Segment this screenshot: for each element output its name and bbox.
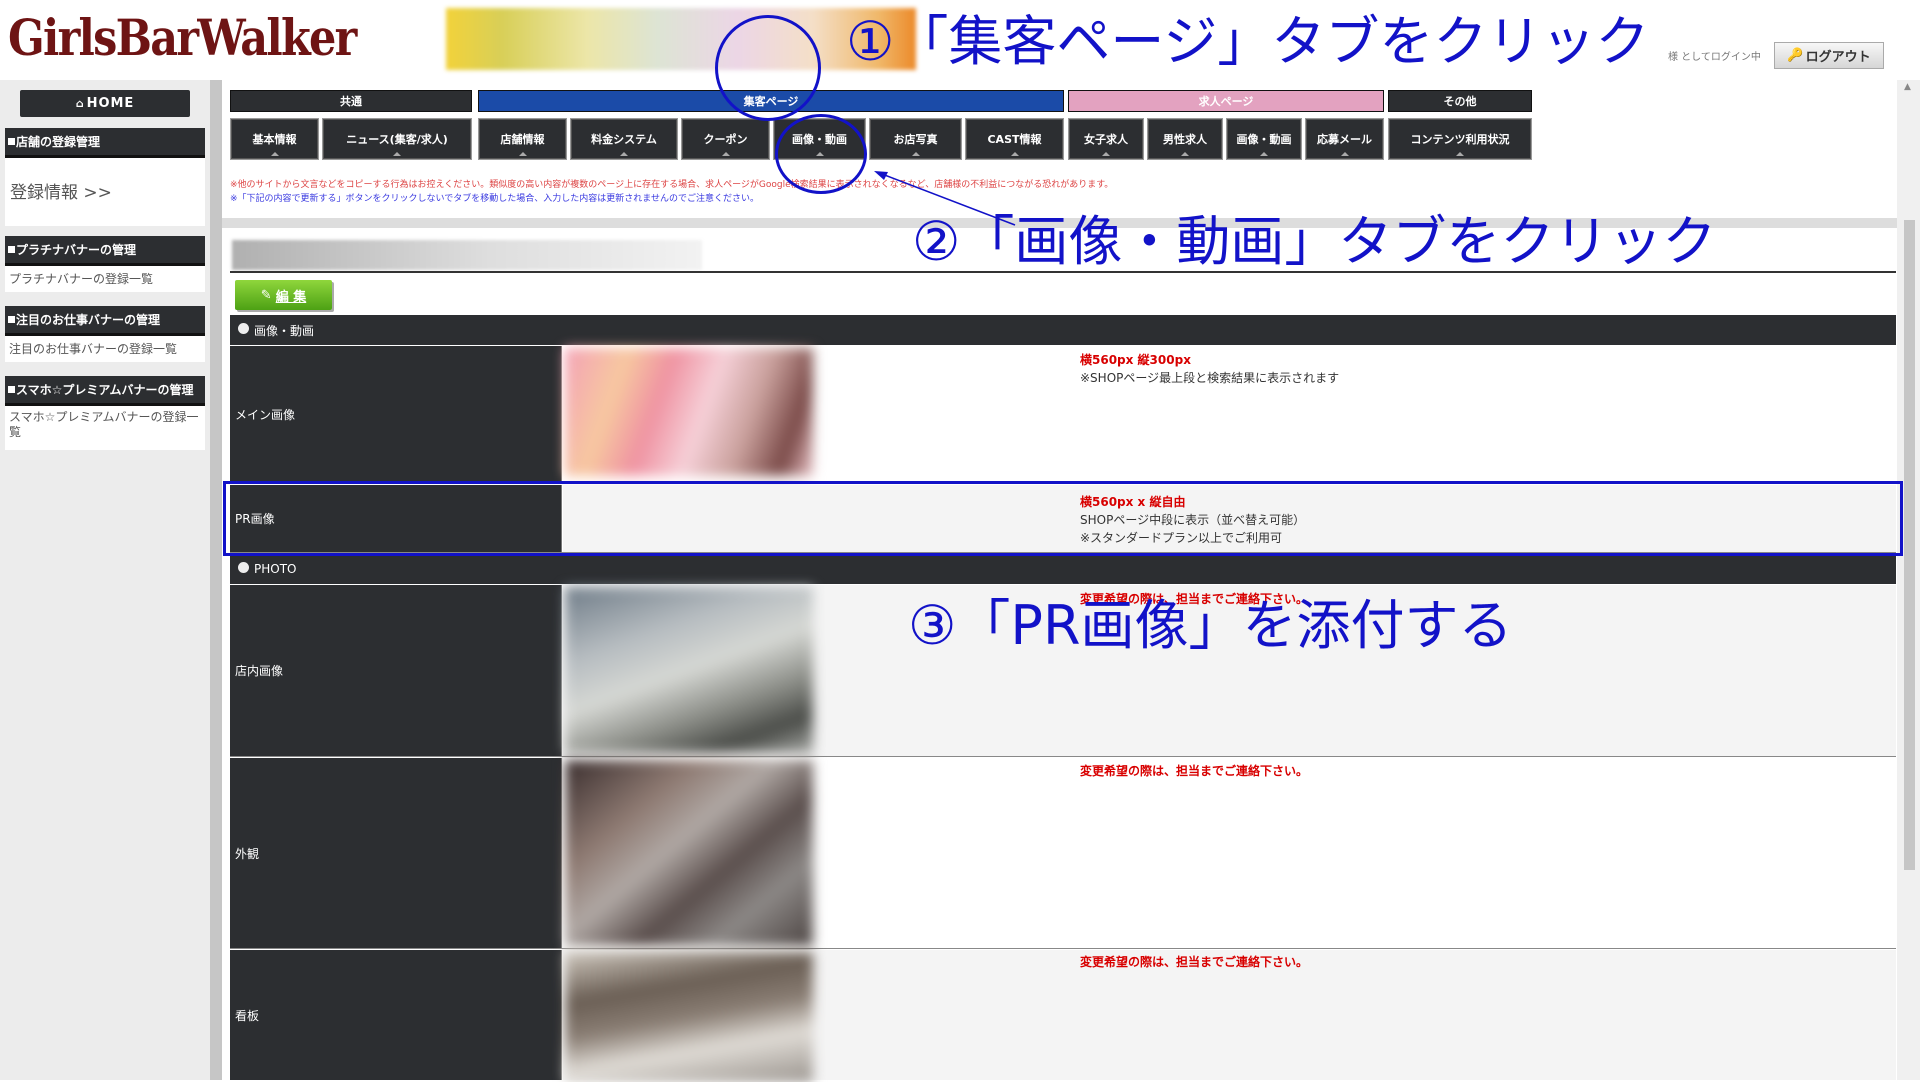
scroll-up-icon[interactable]: ▲: [1904, 82, 1911, 92]
bullet-icon: [8, 138, 15, 145]
section-header-images: 画像・動画: [230, 315, 1896, 345]
page-scrollbar[interactable]: ▲: [1897, 80, 1920, 1080]
sidebar-divider: [210, 80, 222, 1080]
tab-content-usage[interactable]: コンテンツ利用状況: [1388, 118, 1532, 160]
tab-shop-photos[interactable]: お店写真: [869, 118, 962, 160]
sidebar-section-title: 注目のお仕事バナーの管理: [5, 306, 205, 336]
annotation-step1: ①「集客ページ」タブをクリック: [846, 10, 1650, 73]
row-label: メイン画像: [230, 346, 562, 483]
tab-group-common: 共通: [230, 90, 472, 112]
interior-image-thumbnail[interactable]: [565, 587, 813, 753]
annotation-step2: ②「画像・動画」タブをクリック: [912, 210, 1717, 273]
tab-apply-mail[interactable]: 応募メール: [1305, 118, 1384, 160]
sidebar-link-premium[interactable]: スマホ☆プレミアムバナーの登録一覧: [5, 406, 205, 450]
sidebar-section-title: プラチナバナーの管理: [5, 236, 205, 266]
sidebar-section-title: 店舗の登録管理: [5, 128, 205, 158]
sidebar-link-platinum[interactable]: プラチナバナーの登録一覧: [5, 266, 205, 292]
row-note: 変更希望の際は、担当までご連絡下さい。: [1080, 764, 1309, 778]
sidebar-section-title: スマホ☆プレミアムバナーの管理: [5, 376, 205, 406]
tab-news[interactable]: ニュース(集客/求人): [322, 118, 472, 160]
sidebar: ⌂ HOME 店舗の登録管理 登録情報 >> プラチナバナーの管理 プラチナバナー…: [0, 80, 210, 1080]
edit-icon: ✎: [260, 287, 272, 303]
tab-basic-info[interactable]: 基本情報: [230, 118, 319, 160]
site-logo[interactable]: GirlsBarWalker: [8, 8, 357, 68]
tab-shop-info[interactable]: 店舗情報: [478, 118, 567, 160]
bullet-icon: [238, 322, 249, 334]
signboard-image-thumbnail[interactable]: [565, 952, 813, 1082]
tab-group-other: その他: [1388, 90, 1532, 112]
tab-female-recruit[interactable]: 女子求人: [1068, 118, 1144, 160]
key-icon: 🔑: [1787, 48, 1804, 63]
annotation-circle-step2: [775, 114, 867, 194]
logout-button[interactable]: 🔑 ログアウト: [1774, 42, 1884, 69]
login-status: 様 としてログイン中: [1668, 52, 1761, 63]
tab-group-recruit[interactable]: 求人ページ: [1068, 90, 1384, 112]
row-label: 店内画像: [230, 585, 562, 756]
tab-coupon[interactable]: クーポン: [681, 118, 770, 160]
page-title-blurred: [232, 240, 702, 270]
home-button[interactable]: ⌂ HOME: [20, 90, 190, 117]
annotation-highlight-pr-row: [223, 481, 1903, 556]
row-label: 外観: [230, 758, 562, 948]
edit-button[interactable]: ✎ 編 集: [235, 280, 332, 310]
sidebar-link-shop-info[interactable]: 登録情報 >>: [5, 158, 205, 226]
bullet-icon: [8, 386, 15, 393]
bullet-icon: [8, 316, 15, 323]
home-icon: ⌂: [75, 97, 85, 110]
sidebar-section-featured: 注目のお仕事バナーの管理 注目のお仕事バナーの登録一覧: [5, 306, 205, 362]
annotation-step3: ③「PR画像」を添付する: [908, 594, 1513, 657]
section-header-photo: PHOTO: [230, 554, 1896, 584]
main-image-thumbnail[interactable]: [565, 348, 813, 476]
bullet-icon: [8, 246, 15, 253]
sidebar-section-shop: 店舗の登録管理 登録情報 >>: [5, 128, 205, 226]
tab-cast-info[interactable]: CAST情報: [965, 118, 1064, 160]
row-main-image: メイン画像 横560px 縦300px ※SHOPページ最上段と検索結果に表示され…: [230, 346, 1896, 484]
sidebar-section-platinum: プラチナバナーの管理 プラチナバナーの登録一覧: [5, 236, 205, 292]
annotation-circle-step1: [715, 15, 821, 121]
tab-pricing[interactable]: 料金システム: [570, 118, 678, 160]
row-note: 横560px 縦300px ※SHOPページ最上段と検索結果に表示されます: [1080, 353, 1340, 385]
scrollbar-thumb[interactable]: [1904, 220, 1915, 870]
bullet-icon: [238, 561, 249, 573]
sidebar-section-premium: スマホ☆プレミアムバナーの管理 スマホ☆プレミアムバナーの登録一覧: [5, 376, 205, 450]
tab-male-recruit[interactable]: 男性求人: [1147, 118, 1223, 160]
tab-recruit-images[interactable]: 画像・動画: [1226, 118, 1302, 160]
row-note: 変更希望の際は、担当までご連絡下さい。: [1080, 955, 1309, 969]
sidebar-link-featured[interactable]: 注目のお仕事バナーの登録一覧: [5, 336, 205, 362]
row-signboard-image: 看板 変更希望の際は、担当までご連絡下さい。: [230, 950, 1896, 1082]
row-exterior-image: 外観 変更希望の際は、担当までご連絡下さい。: [230, 758, 1896, 949]
row-label: 看板: [230, 950, 562, 1080]
exterior-image-thumbnail[interactable]: [565, 760, 813, 946]
